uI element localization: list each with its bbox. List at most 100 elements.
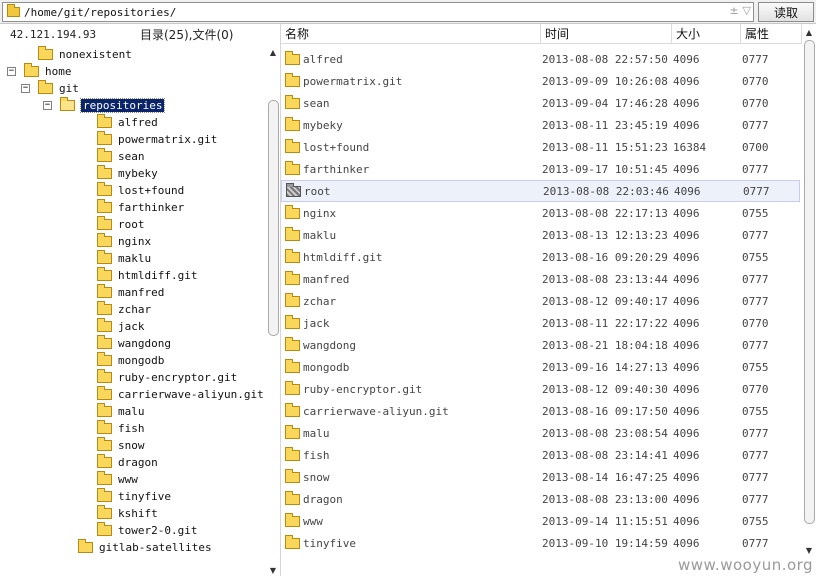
tree-node[interactable]: ruby-encryptor.git (97, 369, 237, 386)
tree-node[interactable]: maklu (97, 250, 151, 267)
file-row[interactable]: mongodb 2013-09-16 14:27:13 4096 0755 (281, 356, 800, 378)
tree-node-label: jack (118, 320, 145, 333)
collapse-toggle-icon[interactable]: − (21, 84, 30, 93)
tree-node[interactable]: − home (7, 63, 72, 80)
tree-node[interactable]: farthinker (97, 199, 184, 216)
file-row[interactable]: nginx 2013-08-08 22:17:13 4096 0755 (281, 202, 800, 224)
column-header-time[interactable]: 时间 (541, 24, 672, 44)
watermark: www.wooyun.org (678, 556, 814, 574)
tree-node[interactable]: fish (97, 420, 145, 437)
file-time: 2013-08-14 16:47:25 (542, 470, 668, 484)
tree-node[interactable]: root (97, 216, 145, 233)
tree-node[interactable]: zchar (97, 301, 151, 318)
tree-node[interactable]: wangdong (97, 335, 171, 352)
folder-icon (285, 204, 300, 219)
file-row[interactable]: maklu 2013-08-13 12:13:23 4096 0777 (281, 224, 800, 246)
folder-icon (97, 403, 112, 417)
file-row[interactable]: sean 2013-09-04 17:46:28 4096 0770 (281, 92, 800, 114)
file-list[interactable]: alfred 2013-08-08 22:57:50 4096 0777 powerma… (281, 44, 801, 576)
path-history-dropdown-icon[interactable]: ▽ (743, 4, 751, 17)
file-list-scrollbar[interactable]: ▲ ▼ (802, 24, 816, 576)
scroll-thumb[interactable] (804, 40, 815, 524)
scroll-up-arrow[interactable]: ▲ (802, 26, 816, 38)
tree-node[interactable]: nonexistent (38, 46, 132, 63)
file-name: www (303, 514, 323, 528)
path-history-up-icon[interactable]: ± (729, 4, 738, 17)
column-header-name[interactable]: 名称 (281, 24, 541, 44)
tree-node[interactable]: lost+found (97, 182, 184, 199)
file-row[interactable]: www 2013-09-14 11:15:51 4096 0755 (281, 510, 800, 532)
tree-node[interactable]: kshift (97, 505, 158, 522)
file-name: carrierwave-aliyun.git (303, 404, 449, 418)
folder-icon (97, 301, 112, 315)
scroll-up-arrow[interactable]: ▲ (266, 46, 280, 58)
scroll-thumb[interactable] (268, 100, 279, 336)
path-input[interactable]: /home/git/repositories/ ± ▽ (2, 2, 754, 22)
tree-node[interactable]: sean (97, 148, 145, 165)
file-time: 2013-08-08 23:08:54 (542, 426, 668, 440)
tree-node[interactable]: alfred (97, 114, 158, 131)
tree-node[interactable]: gitlab-satellites (78, 539, 212, 556)
column-header-size[interactable]: 大小 (672, 24, 741, 44)
tree-node[interactable]: carrierwave-aliyun.git (97, 386, 264, 403)
file-row[interactable]: zchar 2013-08-12 09:40:17 4096 0777 (281, 290, 800, 312)
tree-node-label: alfred (118, 116, 158, 129)
collapse-toggle-icon[interactable]: − (7, 67, 16, 76)
column-header-perm[interactable]: 属性 (741, 24, 802, 44)
file-perm: 0700 (742, 140, 769, 154)
file-row[interactable]: root 2013-08-08 22:03:46 4096 0777 (281, 180, 800, 202)
file-row[interactable]: mybeky 2013-08-11 23:45:19 4096 0777 (281, 114, 800, 136)
scroll-down-arrow[interactable]: ▼ (266, 564, 280, 576)
tree-node[interactable]: − repositories (43, 97, 166, 114)
tree-node[interactable]: nginx (97, 233, 151, 250)
tree-node[interactable]: snow (97, 437, 145, 454)
file-row[interactable]: manfred 2013-08-08 23:13:44 4096 0777 (281, 268, 800, 290)
tree-node[interactable]: dragon (97, 454, 158, 471)
file-row[interactable]: ruby-encryptor.git 2013-08-12 09:40:30 409… (281, 378, 800, 400)
file-name: malu (303, 426, 330, 440)
directory-tree[interactable]: nonexistent − home − git − repositories alfred p… (0, 44, 266, 576)
folder-icon (97, 437, 112, 451)
file-perm: 0777 (742, 162, 769, 176)
file-name: maklu (303, 228, 337, 242)
file-row[interactable]: jack 2013-08-11 22:17:22 4096 0770 (281, 312, 800, 334)
folder-icon (7, 4, 20, 17)
file-row[interactable]: carrierwave-aliyun.git 2013-08-16 09:17:5… (281, 400, 800, 422)
scroll-down-arrow[interactable]: ▼ (802, 544, 816, 556)
folder-icon (285, 402, 300, 417)
file-row[interactable]: alfred 2013-08-08 22:57:50 4096 0777 (281, 48, 800, 70)
file-row[interactable]: tinyfive 2013-09-10 19:14:59 4096 0777 (281, 532, 800, 554)
file-row[interactable]: htmldiff.git 2013-08-16 09:20:29 4096 0755 (281, 246, 800, 268)
tree-node[interactable]: manfred (97, 284, 164, 301)
tree-node[interactable]: − git (21, 80, 79, 97)
file-size: 4096 (673, 360, 700, 374)
tree-node[interactable]: htmldiff.git (97, 267, 197, 284)
file-time: 2013-08-16 09:20:29 (542, 250, 668, 264)
file-row[interactable]: lost+found 2013-08-11 15:51:23 16384 0700 (281, 136, 800, 158)
file-perm: 0755 (742, 206, 769, 220)
tree-node[interactable]: mongodb (97, 352, 164, 369)
file-row[interactable]: fish 2013-08-08 23:14:41 4096 0777 (281, 444, 800, 466)
file-list-panel: 名称 时间 大小 属性 alfred 2013-08-08 22:57:50 409… (281, 24, 816, 576)
folder-icon (38, 46, 53, 60)
collapse-toggle-icon[interactable]: − (43, 101, 52, 110)
file-row[interactable]: wangdong 2013-08-21 18:04:18 4096 0777 (281, 334, 800, 356)
tree-node[interactable]: mybeky (97, 165, 158, 182)
path-history-controls[interactable]: ± ▽ (729, 4, 751, 17)
file-size: 4096 (673, 404, 700, 418)
tree-node[interactable]: jack (97, 318, 145, 335)
tree-node[interactable]: tinyfive (97, 488, 171, 505)
tree-scrollbar[interactable]: ▲ ▼ (266, 44, 280, 576)
tree-node[interactable]: malu (97, 403, 145, 420)
tree-node[interactable]: powermatrix.git (97, 131, 217, 148)
folder-icon (285, 116, 300, 131)
file-row[interactable]: farthinker 2013-09-17 10:51:45 4096 0777 (281, 158, 800, 180)
tree-node[interactable]: tower2-0.git (97, 522, 197, 539)
file-row[interactable]: powermatrix.git 2013-09-09 10:26:08 4096 07… (281, 70, 800, 92)
file-perm: 0770 (742, 316, 769, 330)
tree-node[interactable]: www (97, 471, 138, 488)
file-row[interactable]: snow 2013-08-14 16:47:25 4096 0777 (281, 466, 800, 488)
file-row[interactable]: malu 2013-08-08 23:08:54 4096 0777 (281, 422, 800, 444)
read-button[interactable]: 读取 (758, 2, 814, 22)
file-row[interactable]: dragon 2013-08-08 23:13:00 4096 0777 (281, 488, 800, 510)
